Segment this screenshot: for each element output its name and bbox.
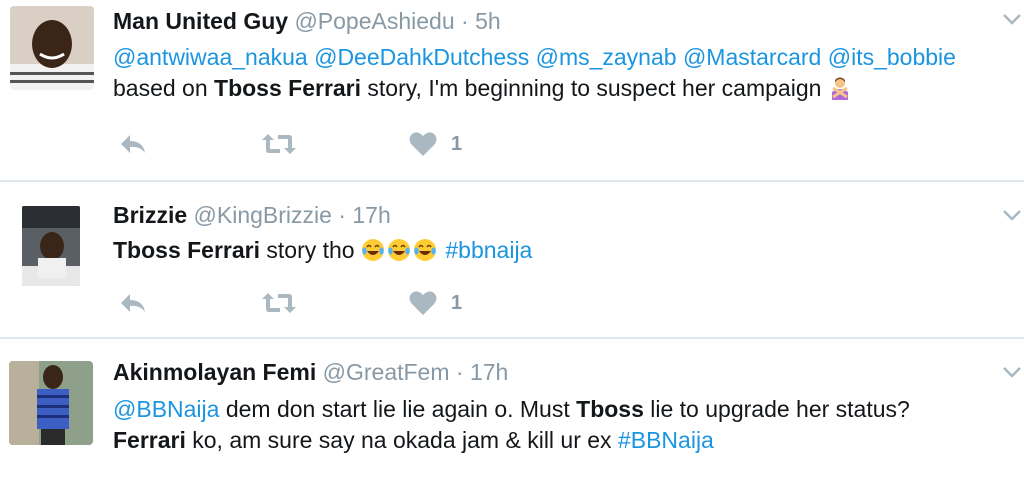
- mention-link[interactable]: @Mastarcard: [683, 44, 821, 70]
- display-name[interactable]: Akinmolayan Femi: [113, 359, 316, 385]
- mention-link[interactable]: @BBNaija: [113, 396, 219, 422]
- mention-link[interactable]: @DeeDahkDutchess: [314, 44, 529, 70]
- tweet[interactable]: Brizzie @KingBrizzie · 17h Tboss Ferrari…: [0, 182, 1024, 337]
- chevron-down-icon[interactable]: [1002, 12, 1022, 26]
- retweet-button[interactable]: [261, 129, 297, 159]
- tweet-text: @BBNaija dem don start lie lie again o. …: [113, 394, 910, 456]
- hashtag-link[interactable]: #bbnaija: [445, 237, 532, 263]
- avatar[interactable]: [22, 206, 80, 286]
- timestamp[interactable]: 17h: [470, 359, 508, 385]
- display-name[interactable]: Brizzie: [113, 202, 187, 228]
- tweet-header: Akinmolayan Femi @GreatFem · 17h: [113, 359, 508, 386]
- tweet-header: Man United Guy @PopeAshiedu · 5h: [113, 8, 501, 35]
- reply-button[interactable]: [118, 129, 148, 159]
- highlighted-term: Tboss: [576, 396, 644, 422]
- like-button[interactable]: 1: [409, 129, 462, 159]
- tweet-text-fragment: story, I'm beginning to suspect her camp…: [361, 75, 828, 101]
- like-button[interactable]: 1: [409, 288, 462, 318]
- avatar[interactable]: [9, 361, 93, 445]
- retweet-button[interactable]: [261, 288, 297, 318]
- username[interactable]: @KingBrizzie: [194, 202, 332, 228]
- tweet-text-fragment: ko, am sure say na okada jam & kill ur e…: [185, 427, 618, 453]
- tweet-text: Tboss Ferrari story tho #bbnaija: [113, 235, 532, 266]
- mention-link[interactable]: @its_bobbie: [828, 44, 956, 70]
- separator-dot: ·: [455, 359, 464, 385]
- tears-of-joy-emoji: [413, 239, 436, 261]
- chevron-down-icon[interactable]: [1002, 208, 1022, 222]
- display-name[interactable]: Man United Guy: [113, 8, 288, 34]
- reply-icon: [121, 135, 145, 153]
- tweet[interactable]: Man United Guy @PopeAshiedu · 5h @antwiw…: [0, 0, 1024, 180]
- mention-link[interactable]: @antwiwaa_nakua: [113, 44, 308, 70]
- username[interactable]: @PopeAshiedu: [294, 8, 454, 34]
- tweet-header: Brizzie @KingBrizzie · 17h: [113, 202, 391, 229]
- tears-of-joy-emoji: [387, 239, 410, 261]
- heart-icon: [409, 291, 437, 315]
- timestamp[interactable]: 17h: [352, 202, 390, 228]
- retweet-icon: [262, 293, 296, 313]
- person-gesturing-no-emoji: [831, 77, 848, 100]
- tweet-text-line: @antwiwaa_nakua @DeeDahkDutchess @ms_zay…: [113, 42, 956, 73]
- timestamp[interactable]: 5h: [475, 8, 501, 34]
- separator-dot: ·: [461, 8, 469, 34]
- retweet-icon: [262, 134, 296, 154]
- username[interactable]: @GreatFem: [323, 359, 450, 385]
- heart-icon: [409, 132, 437, 156]
- tweet-text-fragment: story tho: [260, 237, 361, 263]
- timeline: Man United Guy @PopeAshiedu · 5h @antwiw…: [0, 0, 1024, 490]
- like-count: 1: [451, 291, 463, 314]
- tweet-text: @antwiwaa_nakua @DeeDahkDutchess @ms_zay…: [113, 42, 956, 104]
- tweet-text-fragment: based on: [113, 75, 215, 101]
- tweet-text-line: @BBNaija dem don start lie lie again o. …: [113, 394, 910, 425]
- tweet-text-line: Ferrari ko, am sure say na okada jam & k…: [113, 425, 910, 456]
- mention-link[interactable]: @ms_zaynab: [536, 44, 677, 70]
- tweet[interactable]: Akinmolayan Femi @GreatFem · 17h @BBNaij…: [0, 339, 1024, 490]
- hashtag-link[interactable]: #BBNaija: [618, 427, 714, 453]
- chevron-down-icon[interactable]: [1002, 365, 1022, 379]
- reply-button[interactable]: [118, 288, 148, 318]
- separator-dot: ·: [338, 202, 346, 228]
- tweet-text-line: Tboss Ferrari story tho #bbnaija: [113, 235, 532, 266]
- tears-of-joy-emoji: [361, 239, 384, 261]
- avatar[interactable]: [10, 6, 94, 90]
- highlighted-term: Ferrari: [113, 427, 186, 453]
- highlighted-term: Tboss Ferrari: [113, 237, 260, 263]
- tweet-text-fragment: lie to upgrade her status?: [643, 396, 910, 422]
- tweet-text-fragment: dem don start lie lie again o. Must: [219, 396, 577, 422]
- like-count: 1: [451, 132, 463, 155]
- reply-icon: [121, 294, 145, 312]
- highlighted-term: Tboss Ferrari: [214, 75, 362, 101]
- tweet-text-line: based on Tboss Ferrari story, I'm beginn…: [113, 73, 956, 104]
